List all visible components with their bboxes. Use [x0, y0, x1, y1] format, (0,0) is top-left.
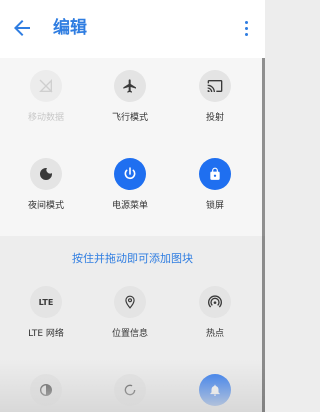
power-icon: [114, 158, 146, 190]
tile-lte[interactable]: LTE LTE 网络: [2, 286, 90, 339]
lte-icon: LTE: [30, 286, 62, 318]
tile-hotspot[interactable]: 热点: [171, 286, 259, 339]
tile-label: 锁屏: [205, 201, 224, 211]
hotspot-icon: [199, 286, 231, 318]
tile-power-menu[interactable]: 电源菜单: [86, 158, 174, 211]
tile-lock-screen[interactable]: 锁屏: [171, 158, 259, 211]
mobile-data-off-icon: [30, 70, 62, 102]
page-title: 编辑: [53, 18, 87, 38]
night-mode-icon: [30, 158, 62, 190]
tile-night-mode[interactable]: 夜间模式: [2, 158, 90, 211]
lte-icon-text: LTE: [38, 297, 54, 307]
tile-label: 夜间模式: [27, 201, 64, 211]
tile-location[interactable]: 位置信息: [86, 286, 174, 339]
bottom-fade: [0, 360, 265, 412]
tile-label: LTE 网络: [28, 329, 64, 339]
location-pin-icon: [114, 286, 146, 318]
tile-airplane-mode[interactable]: 飞行模式: [86, 70, 174, 123]
screen-edge: [262, 58, 265, 412]
back-arrow-icon[interactable]: [10, 16, 34, 40]
tile-label: 电源菜单: [111, 201, 148, 211]
app-bar: 编辑: [0, 0, 265, 58]
more-options-icon[interactable]: [237, 18, 255, 40]
lock-icon: [199, 158, 231, 190]
tile-label: 飞行模式: [111, 113, 148, 123]
tile-label: 位置信息: [111, 329, 148, 339]
drag-hint: 按住并拖动即可添加图块: [72, 252, 193, 265]
cast-icon: [199, 70, 231, 102]
airplane-icon: [114, 70, 146, 102]
tile-label: 热点: [205, 329, 224, 339]
tile-label: 移动数据: [27, 113, 64, 123]
tile-label: 投射: [205, 113, 224, 123]
tile-mobile-data[interactable]: 移动数据: [2, 70, 90, 123]
tile-cast[interactable]: 投射: [171, 70, 259, 123]
